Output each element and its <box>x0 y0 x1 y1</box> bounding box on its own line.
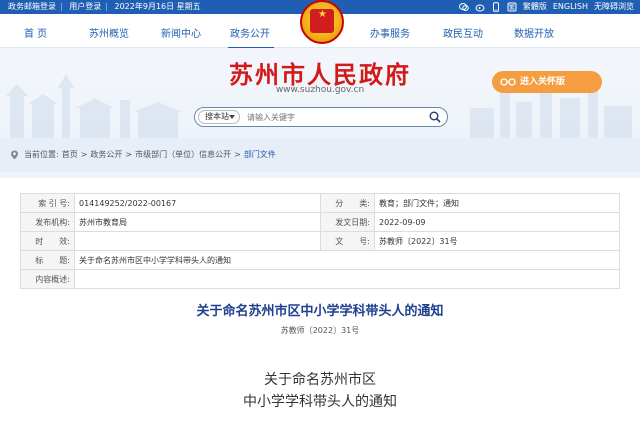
nav-item-government-affairs[interactable]: 政务公开 <box>230 25 270 40</box>
location-pin-icon <box>11 150 18 159</box>
breadcrumb-separator: > <box>234 150 241 159</box>
nav-item-home[interactable]: 首 页 <box>24 25 47 40</box>
document-title: 关于命名苏州市区中小学学科带头人的通知 <box>196 304 444 319</box>
breadcrumb-departments[interactable]: 市级部门（单位）信息公开 <box>135 149 231 160</box>
care-mode-label: 进入关怀版 <box>520 77 566 87</box>
nav-item-services[interactable]: 办事服务 <box>370 25 410 40</box>
meta-value: 关于命名苏州市区中小学学科带头人的通知 <box>74 250 620 270</box>
meta-key: 发布机构: <box>20 212 75 232</box>
meta-key: 发文日期: <box>320 212 375 232</box>
meta-value <box>74 269 620 289</box>
table-row: 发布机构: 苏州市教育局 发文日期: 2022-09-09 <box>20 212 620 232</box>
meta-value <box>74 231 321 251</box>
site-search: 搜本站 <box>194 107 448 127</box>
table-row: 时 效: 文 号: 苏教师〔2022〕31号 <box>20 231 620 251</box>
divider: | <box>105 2 108 11</box>
table-row: 索 引 号: 014149252/2022-00167 分 类: 教育；部门文件… <box>20 193 620 213</box>
nav-item-news-center[interactable]: 新闻中心 <box>161 25 201 40</box>
traditional-chinese-icon: 繁 <box>507 2 517 12</box>
search-scope-select[interactable]: 搜本站 <box>198 110 240 124</box>
top-bar-right: 繁 繁體版 ENGLISH 无障碍浏览 <box>458 0 634 14</box>
care-mode-button[interactable]: 进入关怀版 <box>492 71 602 93</box>
breadcrumb-separator: > <box>80 150 88 159</box>
meta-key: 内容概述: <box>20 269 75 289</box>
document-card: 索 引 号: 014149252/2022-00167 分 类: 教育；部门文件… <box>0 178 640 434</box>
traditional-chinese-link[interactable]: 繁體版 <box>523 0 547 14</box>
meta-value: 苏州市教育局 <box>74 212 321 232</box>
english-link[interactable]: ENGLISH <box>553 0 588 14</box>
table-row: 标 题: 关于命名苏州市区中小学学科带头人的通知 <box>20 250 620 270</box>
meta-key: 标 题: <box>20 250 75 270</box>
meta-key: 时 效: <box>20 231 75 251</box>
meta-value: 教育；部门文件；通知 <box>374 193 620 213</box>
mailbox-login-link[interactable]: 政务邮箱登录 <box>8 2 56 11</box>
emblem-star-icon: ★ <box>318 9 327 20</box>
breadcrumb-department-documents[interactable]: 部门文件 <box>244 149 276 160</box>
weibo-icon[interactable] <box>475 2 485 12</box>
meta-value: 014149252/2022-00167 <box>74 193 321 213</box>
national-emblem-icon: ★ <box>300 0 344 44</box>
meta-key: 文 号: <box>320 231 375 251</box>
user-login-link[interactable]: 用户登录 <box>69 2 101 11</box>
nav-item-public-interaction[interactable]: 政民互动 <box>443 25 483 40</box>
meta-value: 2022-09-09 <box>374 212 620 232</box>
svg-text:繁: 繁 <box>509 4 515 12</box>
nav-item-open-data[interactable]: 数据开放 <box>514 25 554 40</box>
breadcrumb-government-affairs[interactable]: 政务公开 <box>90 149 122 160</box>
mobile-icon[interactable] <box>491 2 501 12</box>
caret-down-icon <box>229 115 235 119</box>
top-bar-left: 政务邮箱登录 | 用户登录 | 2022年9月16日 星期五 <box>8 0 205 14</box>
breadcrumb: 当前位置: 首页 > 政务公开 > 市级部门（单位）信息公开 > 部门文件 <box>10 149 276 160</box>
breadcrumb-prefix: 当前位置: <box>24 150 59 159</box>
meta-key: 分 类: <box>320 193 375 213</box>
divider: | <box>60 2 63 11</box>
search-input[interactable] <box>247 110 417 124</box>
document-body-title: 关于命名苏州市区 中小学学科带头人的通知 <box>0 369 640 413</box>
table-row: 内容概述: <box>20 269 620 289</box>
meta-value: 苏教师〔2022〕31号 <box>374 231 620 251</box>
search-scope-label: 搜本站 <box>205 112 229 121</box>
document-metadata-table: 索 引 号: 014149252/2022-00167 分 类: 教育；部门文件… <box>20 193 620 289</box>
breadcrumb-separator: > <box>125 150 133 159</box>
accessibility-link[interactable]: 无障碍浏览 <box>594 0 634 14</box>
breadcrumb-bar: 当前位置: 首页 > 政务公开 > 市级部门（单位）信息公开 > 部门文件 <box>0 138 640 172</box>
glasses-icon <box>500 78 516 86</box>
current-date: 2022年9月16日 星期五 <box>114 2 201 11</box>
search-icon[interactable] <box>429 111 441 123</box>
body-title-line: 中小学学科带头人的通知 <box>243 394 397 410</box>
body-title-line: 关于命名苏州市区 <box>264 372 376 388</box>
meta-key: 索 引 号: <box>20 193 75 213</box>
nav-item-suzhou-overview[interactable]: 苏州概览 <box>89 25 129 40</box>
document-number: 苏教师〔2022〕31号 <box>280 326 360 335</box>
breadcrumb-home[interactable]: 首页 <box>62 149 78 160</box>
wechat-icon[interactable] <box>458 2 469 12</box>
